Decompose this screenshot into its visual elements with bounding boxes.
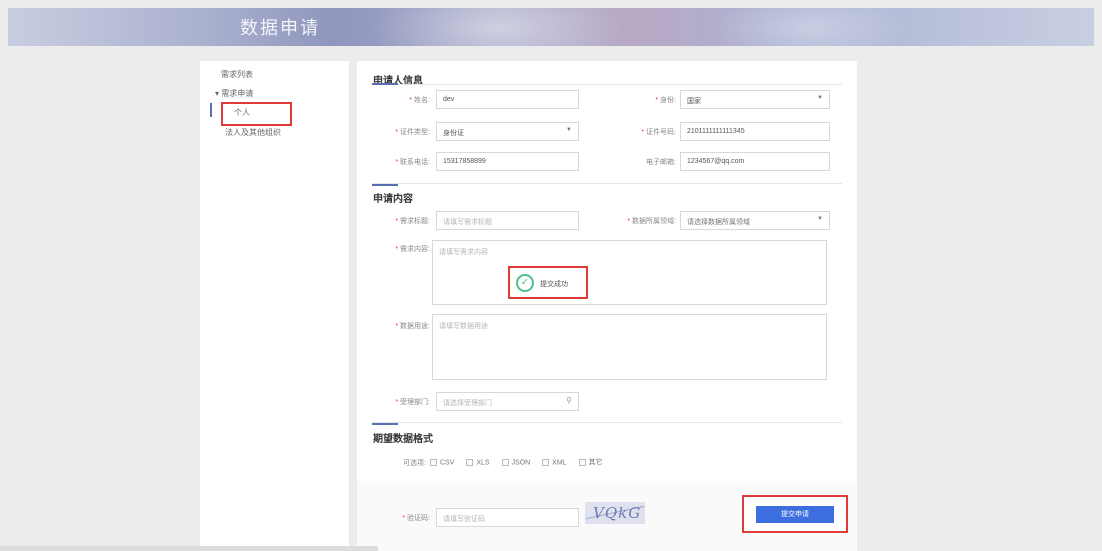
divider (372, 422, 842, 423)
captcha-label: * 验证码: (402, 515, 430, 522)
req-title-field[interactable]: 请填写需求标题 (436, 211, 579, 230)
checkbox-json[interactable]: JSON (501, 458, 530, 466)
section-title-format: 期望数据格式 (373, 434, 433, 445)
checkbox-icon[interactable] (578, 458, 586, 466)
divider (372, 84, 842, 85)
format-options: CSV XLS JSON XML 其它 (430, 457, 613, 467)
checkbox-icon[interactable] (501, 458, 509, 466)
success-toast: ✓ 提交成功 (508, 266, 588, 299)
toast-message: 提交成功 (540, 281, 568, 288)
checkbox-csv[interactable]: CSV (430, 458, 454, 466)
checkbox-xml[interactable]: XML (542, 458, 567, 466)
data-usage-label: * 数据用途: (395, 323, 430, 330)
submit-button[interactable]: 提交申请 (756, 506, 834, 523)
section-marker (372, 423, 398, 425)
name-label: * 姓名: (409, 97, 430, 104)
req-title-label: * 需求标题: (395, 218, 430, 225)
sidebar-item-request-list[interactable]: 需求列表 (221, 69, 253, 80)
domain-label: * 数据所属领域: (627, 218, 676, 225)
data-usage-textarea[interactable]: 请填写数据用途 (432, 314, 827, 380)
active-indicator (210, 103, 212, 117)
header-banner: 数据申请 (8, 8, 1094, 46)
dept-label: * 受理部门: (395, 399, 430, 406)
id-number-field[interactable]: 2101111111111345 (680, 122, 830, 141)
req-content-textarea[interactable]: 请填写需求内容 (432, 240, 827, 305)
check-circle-icon: ✓ (516, 274, 534, 292)
email-label: 电子邮箱: (646, 159, 676, 166)
identity-label: * 身份: (655, 97, 676, 104)
identity-select[interactable]: 国家 ▼ (680, 90, 830, 109)
banner-glow (708, 8, 908, 46)
page-title: 数据申请 (240, 18, 320, 38)
chevron-down-icon: ▼ (817, 216, 823, 222)
format-label: 可选项: (403, 460, 426, 467)
name-field[interactable]: dev (436, 90, 579, 109)
checkbox-other[interactable]: 其它 (578, 457, 603, 467)
captcha-input[interactable]: 请填写验证码 (436, 508, 579, 527)
section-marker (372, 83, 398, 85)
sidebar-item-organization[interactable]: 法人及其他组织 (225, 127, 281, 138)
checkbox-icon[interactable] (466, 458, 474, 466)
dept-field[interactable]: 请选择受理部门 ⚲ (436, 392, 579, 411)
captcha-image[interactable]: VQkG (585, 502, 645, 524)
checkbox-xls[interactable]: XLS (466, 458, 490, 466)
divider (372, 183, 842, 184)
phone-label: * 联系电话: (395, 159, 430, 166)
chevron-down-icon: ▼ (566, 127, 572, 133)
chevron-down-icon: ▼ (817, 95, 823, 101)
status-bar (0, 546, 378, 551)
highlight-box-submit: 提交申请 (742, 495, 848, 533)
phone-field[interactable]: 15317858899 (436, 152, 579, 171)
captcha-text: VQkG (593, 504, 642, 522)
highlight-box-personal (221, 102, 292, 126)
email-field[interactable]: 1234567@qq.com (680, 152, 830, 171)
banner-glow (368, 8, 628, 46)
checkbox-icon[interactable] (430, 458, 437, 466)
id-number-label: * 证件号码: (641, 129, 676, 136)
checkbox-icon[interactable] (542, 458, 550, 466)
section-marker (372, 184, 398, 186)
section-title-content: 申请内容 (373, 194, 413, 205)
domain-select[interactable]: 请选择数据所属领域 ▼ (680, 211, 830, 230)
id-type-select[interactable]: 身份证 ▼ (436, 122, 579, 141)
req-content-label: * 需求内容: (395, 246, 430, 253)
search-icon[interactable]: ⚲ (566, 396, 572, 405)
sidebar-item-request-apply[interactable]: ▾ 需求申请 (215, 88, 253, 99)
id-type-label: * 证件类型: (395, 129, 430, 136)
